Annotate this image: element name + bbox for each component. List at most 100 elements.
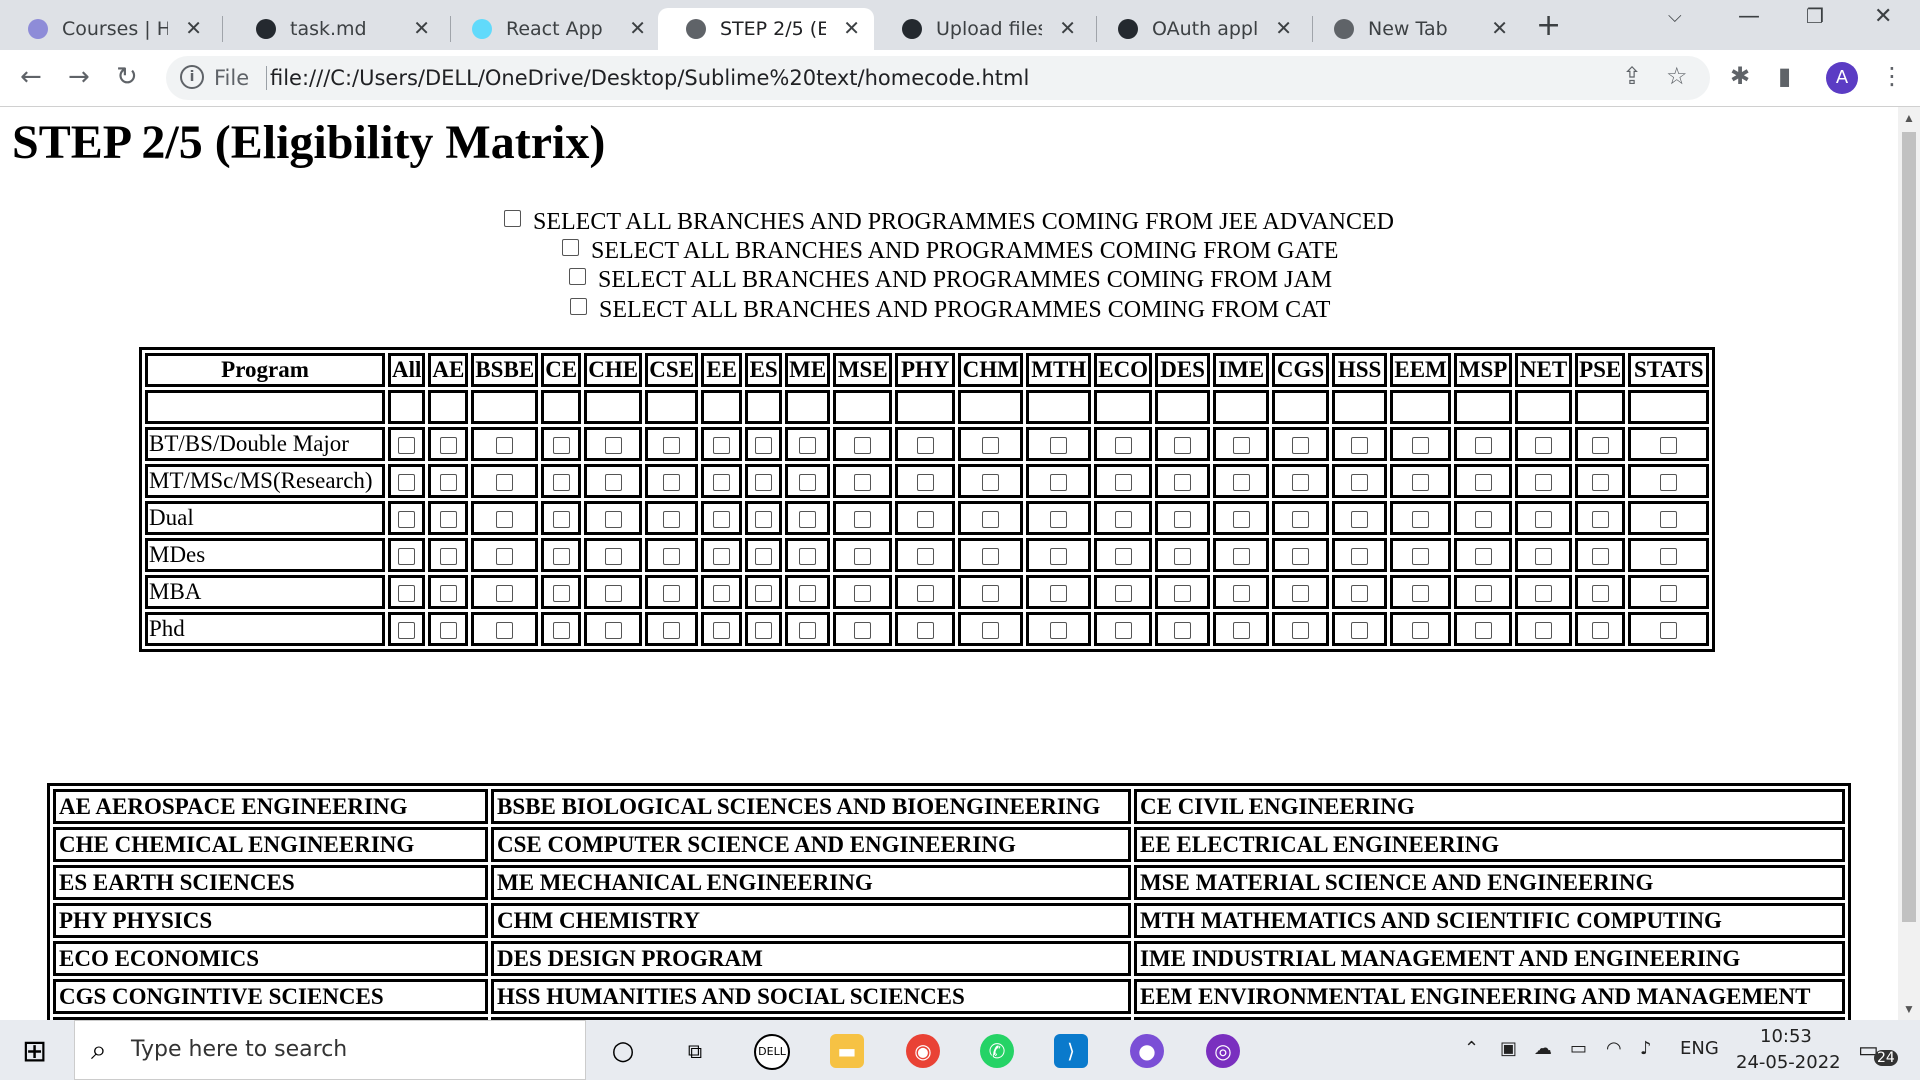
eligibility-checkbox[interactable] (1660, 548, 1678, 566)
eligibility-checkbox[interactable] (604, 437, 622, 455)
github-desktop-icon[interactable]: ◎ (1206, 1034, 1240, 1068)
eligibility-checkbox[interactable] (1174, 437, 1192, 455)
eligibility-checkbox[interactable] (1114, 622, 1132, 640)
eligibility-checkbox[interactable] (1412, 585, 1430, 603)
eligibility-checkbox[interactable] (398, 622, 416, 640)
eligibility-checkbox[interactable] (1232, 548, 1250, 566)
eligibility-checkbox[interactable] (1535, 548, 1553, 566)
eligibility-checkbox[interactable] (439, 585, 457, 603)
eligibility-checkbox[interactable] (755, 474, 773, 492)
eligibility-checkbox[interactable] (1474, 585, 1492, 603)
select-all-checkbox[interactable] (562, 239, 579, 256)
eligibility-checkbox[interactable] (854, 474, 872, 492)
side-panel-icon[interactable]: ▮ (1778, 62, 1791, 90)
eligibility-checkbox[interactable] (398, 437, 416, 455)
tab-search-icon[interactable]: ⌵ (1668, 6, 1682, 27)
eligibility-checkbox[interactable] (1050, 622, 1068, 640)
eligibility-checkbox[interactable] (1174, 622, 1192, 640)
eligibility-checkbox[interactable] (1050, 474, 1068, 492)
eligibility-checkbox[interactable] (982, 437, 1000, 455)
taskbar-search-box[interactable]: ⌕ Type here to search (74, 1020, 586, 1080)
select-all-checkbox[interactable] (570, 298, 587, 315)
eligibility-checkbox[interactable] (1232, 511, 1250, 529)
tab-close-icon[interactable]: ✕ (1491, 16, 1508, 40)
eligibility-checkbox[interactable] (982, 548, 1000, 566)
address-bar[interactable]: i File file:///C:/Users/DELL/OneDrive/De… (166, 56, 1710, 100)
eligibility-checkbox[interactable] (854, 511, 872, 529)
eligibility-checkbox[interactable] (916, 585, 934, 603)
eligibility-checkbox[interactable] (496, 548, 514, 566)
select-all-option[interactable]: SELECT ALL BRANCHES AND PROGRAMMES COMIN… (570, 297, 1330, 324)
eligibility-checkbox[interactable] (1660, 585, 1678, 603)
eligibility-checkbox[interactable] (439, 511, 457, 529)
browser-tab[interactable]: Courses | Hello ✕ (0, 8, 216, 50)
browser-tab[interactable]: OAuth applicat ✕ (1090, 8, 1306, 50)
select-all-checkbox[interactable] (569, 268, 586, 285)
eligibility-checkbox[interactable] (663, 622, 681, 640)
eligibility-checkbox[interactable] (713, 474, 731, 492)
eligibility-checkbox[interactable] (552, 585, 570, 603)
eligibility-checkbox[interactable] (1535, 437, 1553, 455)
eligibility-checkbox[interactable] (1591, 437, 1609, 455)
eligibility-checkbox[interactable] (1114, 585, 1132, 603)
eligibility-checkbox[interactable] (1535, 511, 1553, 529)
eligibility-checkbox[interactable] (1660, 622, 1678, 640)
eligibility-checkbox[interactable] (1174, 548, 1192, 566)
file-explorer-icon[interactable]: ▬ (830, 1034, 864, 1068)
eligibility-checkbox[interactable] (1232, 474, 1250, 492)
eligibility-checkbox[interactable] (1535, 622, 1553, 640)
scroll-up-arrow-icon[interactable]: ▲ (1903, 111, 1915, 125)
browser-tab[interactable]: Upload files · a ✕ (874, 8, 1090, 50)
scrollbar-thumb[interactable] (1902, 132, 1916, 922)
eligibility-checkbox[interactable] (1232, 585, 1250, 603)
eligibility-checkbox[interactable] (1232, 437, 1250, 455)
back-arrow-icon[interactable]: ← (20, 62, 42, 92)
eligibility-checkbox[interactable] (916, 511, 934, 529)
eligibility-checkbox[interactable] (713, 622, 731, 640)
eligibility-checkbox[interactable] (496, 622, 514, 640)
eligibility-checkbox[interactable] (1660, 474, 1678, 492)
tab-close-icon[interactable]: ✕ (1059, 16, 1076, 40)
discord-icon[interactable]: ● (1130, 1034, 1164, 1068)
eligibility-checkbox[interactable] (713, 437, 731, 455)
eligibility-checkbox[interactable] (1114, 474, 1132, 492)
eligibility-checkbox[interactable] (916, 474, 934, 492)
eligibility-checkbox[interactable] (1474, 511, 1492, 529)
eligibility-checkbox[interactable] (496, 437, 514, 455)
select-all-option[interactable]: SELECT ALL BRANCHES AND PROGRAMMES COMIN… (569, 267, 1332, 294)
eligibility-checkbox[interactable] (1292, 622, 1310, 640)
eligibility-checkbox[interactable] (604, 622, 622, 640)
dell-app-icon[interactable]: DELL (754, 1034, 790, 1070)
eligibility-checkbox[interactable] (604, 474, 622, 492)
eligibility-checkbox[interactable] (854, 437, 872, 455)
eligibility-checkbox[interactable] (439, 622, 457, 640)
eligibility-checkbox[interactable] (1591, 474, 1609, 492)
vscode-icon[interactable]: ⟩ (1054, 1034, 1088, 1068)
tab-close-icon[interactable]: ✕ (843, 16, 860, 40)
eligibility-checkbox[interactable] (663, 437, 681, 455)
eligibility-checkbox[interactable] (1351, 437, 1369, 455)
url-text[interactable]: file:///C:/Users/DELL/OneDrive/Desktop/S… (270, 66, 1029, 90)
eligibility-checkbox[interactable] (398, 548, 416, 566)
eligibility-checkbox[interactable] (713, 511, 731, 529)
eligibility-checkbox[interactable] (1292, 548, 1310, 566)
eligibility-checkbox[interactable] (552, 622, 570, 640)
eligibility-checkbox[interactable] (1351, 548, 1369, 566)
eligibility-checkbox[interactable] (1660, 437, 1678, 455)
eligibility-checkbox[interactable] (663, 548, 681, 566)
eligibility-checkbox[interactable] (663, 585, 681, 603)
eligibility-checkbox[interactable] (799, 548, 817, 566)
eligibility-checkbox[interactable] (398, 474, 416, 492)
bookmark-star-icon[interactable]: ☆ (1666, 62, 1688, 90)
eligibility-checkbox[interactable] (1474, 474, 1492, 492)
eligibility-checkbox[interactable] (982, 474, 1000, 492)
site-info-icon[interactable]: i (180, 65, 204, 89)
eligibility-checkbox[interactable] (439, 437, 457, 455)
tab-close-icon[interactable]: ✕ (1275, 16, 1292, 40)
menu-kebab-icon[interactable]: ⋮ (1880, 62, 1904, 90)
eligibility-checkbox[interactable] (663, 474, 681, 492)
eligibility-checkbox[interactable] (1591, 548, 1609, 566)
eligibility-checkbox[interactable] (1412, 474, 1430, 492)
eligibility-checkbox[interactable] (916, 548, 934, 566)
eligibility-checkbox[interactable] (854, 585, 872, 603)
